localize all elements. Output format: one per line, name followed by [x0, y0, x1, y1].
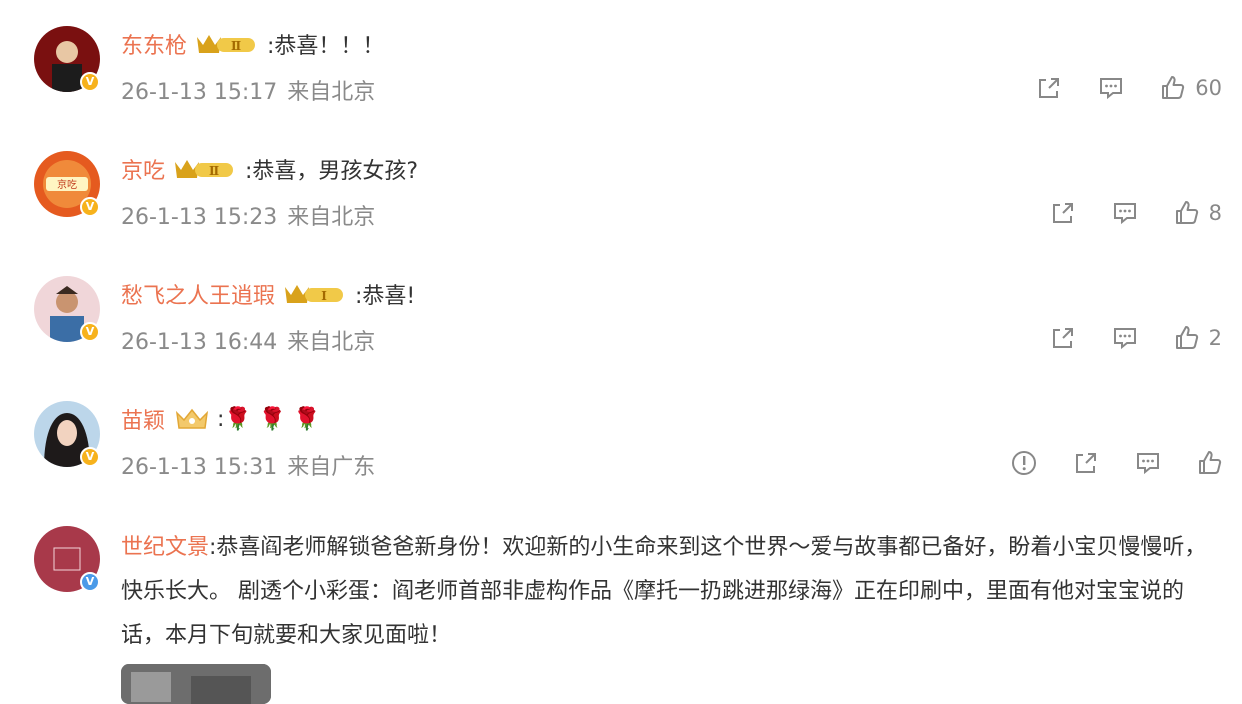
- comment-location: 来自北京: [287, 205, 376, 230]
- like-icon: [1175, 201, 1198, 224]
- comment-text: :恭喜，男孩女孩?: [245, 159, 419, 184]
- like-icon: [1162, 76, 1185, 99]
- comment-date: 26-1-13 15:23: [121, 205, 278, 230]
- like-button[interactable]: 8: [1173, 199, 1222, 227]
- comment-text: :恭喜!: [355, 284, 416, 309]
- like-count: 2: [1208, 326, 1222, 350]
- share-button[interactable]: [1049, 199, 1077, 227]
- comment-button[interactable]: [1097, 74, 1125, 102]
- comment-date: 26-1-13 15:17: [121, 80, 278, 105]
- comment-text: :🌹 🌹 🌹: [217, 406, 321, 432]
- comment-meta: 26-1-13 16:44 来自北京: [121, 324, 375, 356]
- crown-level-icon: Ⅰ: [283, 281, 345, 307]
- verified-badge-icon: V: [80, 447, 100, 467]
- comment-meta: 26-1-13 15:23 来自北京: [121, 199, 375, 231]
- comment-date: 26-1-13 15:31: [121, 455, 278, 480]
- share-icon: [1052, 203, 1073, 223]
- comment-text: :恭喜阎老师解锁爸爸新身份！欢迎新的小生命来到这个世界～爱与故事都已备好，盼着小…: [121, 535, 1207, 648]
- share-button[interactable]: [1035, 74, 1063, 102]
- comment-button[interactable]: [1111, 199, 1139, 227]
- verified-badge-icon: V: [80, 72, 100, 92]
- crown-level-label: Ⅰ: [321, 289, 327, 303]
- like-count: 8: [1208, 201, 1222, 225]
- crown-level-icon: Ⅱ: [173, 156, 235, 182]
- svg-text:京吃: 京吃: [57, 178, 77, 191]
- comment-button[interactable]: [1111, 324, 1139, 352]
- like-count: 60: [1195, 76, 1222, 100]
- comment-text: :恭喜！！！: [267, 34, 385, 59]
- share-icon: [1076, 453, 1096, 473]
- like-button[interactable]: 60: [1159, 74, 1222, 102]
- comment-icon: [1137, 453, 1159, 475]
- username[interactable]: 苗颖: [121, 403, 165, 435]
- verified-badge-icon: V: [80, 197, 100, 217]
- username[interactable]: 东东枪: [121, 28, 187, 60]
- crown-level-label: Ⅱ: [209, 164, 219, 178]
- share-icon: [1052, 328, 1073, 348]
- comment-body: 世纪文景:恭喜阎老师解锁爸爸新身份！欢迎新的小生命来到这个世界～爱与故事都已备好…: [121, 526, 1221, 658]
- like-button[interactable]: 2: [1173, 324, 1222, 352]
- username[interactable]: 愁飞之人王逍瑕: [121, 278, 275, 310]
- comment-icon: [1113, 328, 1136, 350]
- username[interactable]: 京吃: [121, 153, 165, 185]
- report-button[interactable]: [1010, 449, 1038, 477]
- crown-level-label: Ⅱ: [231, 39, 241, 53]
- comment-location: 来自北京: [287, 80, 376, 105]
- crown-icon: [173, 406, 211, 432]
- verified-badge-icon: V: [80, 322, 100, 342]
- comment-image[interactable]: [121, 664, 271, 704]
- share-button[interactable]: [1072, 449, 1100, 477]
- comment-icon: [1113, 203, 1136, 225]
- share-icon: [1039, 78, 1060, 98]
- like-icon: [1175, 326, 1198, 349]
- share-button[interactable]: [1049, 324, 1077, 352]
- comment-date: 26-1-13 16:44: [121, 330, 278, 355]
- comment-meta: 26-1-13 15:31 来自广东: [121, 449, 375, 481]
- comment-location: 来自北京: [287, 330, 376, 355]
- crown-level-icon: Ⅱ: [195, 31, 257, 57]
- username[interactable]: 世纪文景: [121, 535, 209, 560]
- comment-meta: 26-1-13 15:17 来自北京: [121, 74, 375, 106]
- comment-button[interactable]: [1134, 449, 1162, 477]
- report-icon: [1012, 451, 1036, 475]
- comment-icon: [1100, 78, 1123, 100]
- like-button[interactable]: [1196, 449, 1224, 477]
- like-icon: [1199, 451, 1222, 474]
- comment-location: 来自广东: [287, 455, 376, 480]
- verified-badge-icon: V: [80, 572, 100, 592]
